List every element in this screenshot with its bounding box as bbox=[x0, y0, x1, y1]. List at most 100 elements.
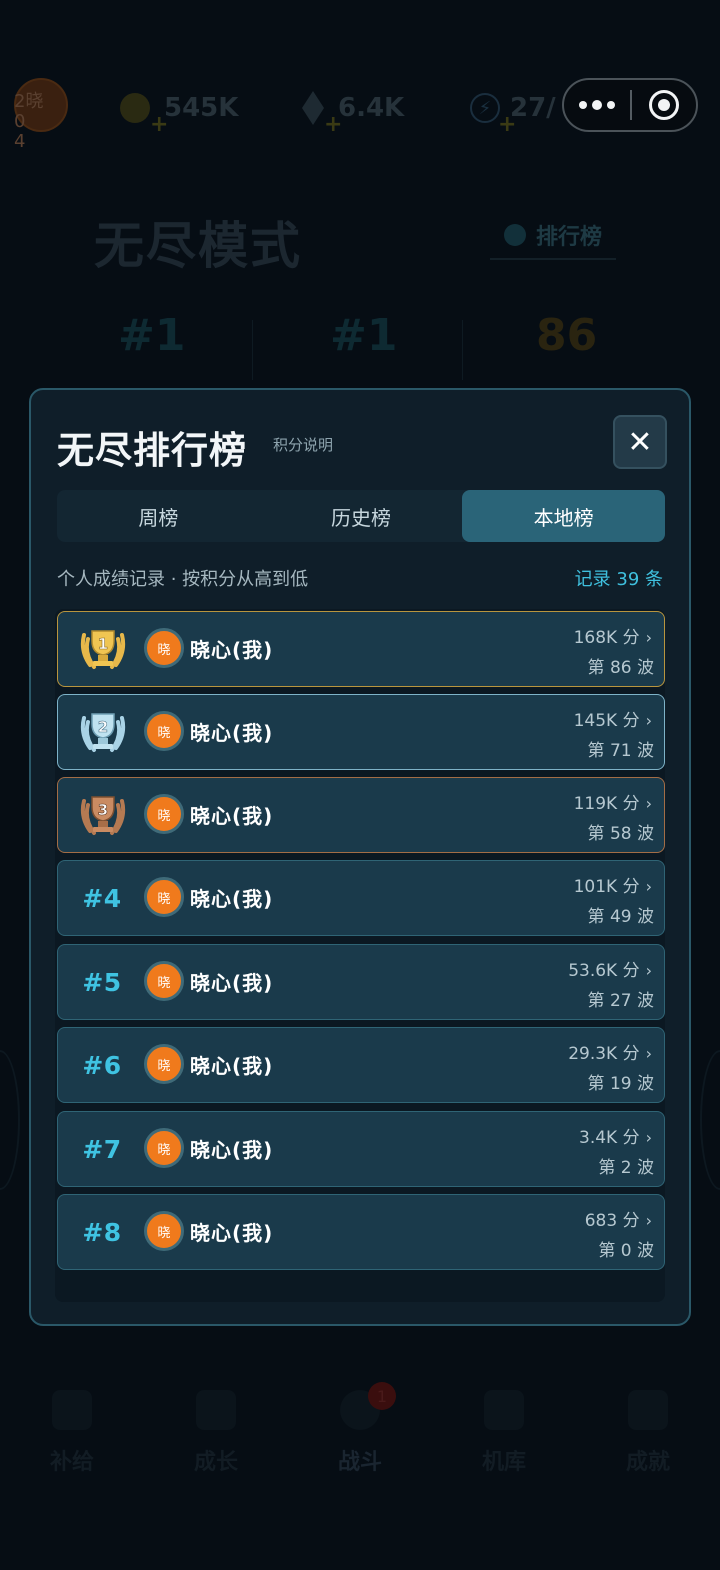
tab-weekly[interactable]: 周榜 bbox=[57, 490, 260, 542]
hangar-icon bbox=[484, 1390, 524, 1430]
rank-row[interactable]: #6 晓 晓心(我) 29.3K 分 › 第 19 波 bbox=[57, 1027, 665, 1103]
exit-miniprogram-button[interactable] bbox=[632, 80, 696, 130]
chevron-right-icon: › bbox=[645, 961, 652, 980]
list-description: 个人成绩记录 · 按积分从高到低 bbox=[57, 569, 309, 590]
nav-hangar-label: 机库 bbox=[481, 1450, 526, 1475]
player-name: 晓心(我) bbox=[190, 1054, 274, 1078]
coin-count: 545K bbox=[164, 93, 239, 123]
rank-row[interactable]: #5 晓 晓心(我) 53.6K 分 › 第 27 波 bbox=[57, 944, 665, 1020]
rank-row[interactable]: 2 晓 晓心(我) 145K 分 › 第 71 波 bbox=[57, 694, 665, 770]
add-gem-icon[interactable]: + bbox=[324, 112, 342, 137]
wave: 第 49 波 bbox=[587, 907, 654, 927]
stat-best-wave: 86 bbox=[536, 310, 598, 361]
avatar: 晓 bbox=[144, 1044, 184, 1084]
chevron-right-icon: › bbox=[645, 628, 652, 647]
score-value: 119K 分 bbox=[573, 794, 640, 814]
score-rules-link[interactable]: 积分说明 bbox=[273, 434, 333, 455]
score-value: 101K 分 bbox=[573, 877, 640, 897]
more-menu-icon[interactable] bbox=[564, 80, 630, 130]
close-button[interactable]: ✕ bbox=[613, 415, 667, 469]
energy-resource[interactable]: ⚡ + 27/ bbox=[470, 86, 556, 137]
energy-count: 27/ bbox=[510, 93, 556, 123]
rank-row[interactable]: 3 晓 晓心(我) 119K 分 › 第 58 波 bbox=[57, 777, 665, 853]
score: 101K 分 › bbox=[574, 872, 652, 897]
avatar: 晓 bbox=[144, 711, 184, 751]
add-energy-icon[interactable]: + bbox=[498, 112, 516, 137]
tab-history[interactable]: 历史榜 bbox=[260, 490, 463, 542]
avatar: 晓 bbox=[144, 1128, 184, 1168]
score: 683 分 › bbox=[585, 1206, 652, 1231]
trophy-icon bbox=[503, 224, 526, 246]
rank-row[interactable]: #7 晓 晓心(我) 3.4K 分 › 第 2 波 bbox=[57, 1111, 665, 1187]
rank-row[interactable]: 1 晓 晓心(我) 168K 分 › 第 86 波 bbox=[57, 611, 665, 687]
miniprogram-capsule bbox=[562, 78, 698, 132]
chevron-right-icon: › bbox=[645, 877, 652, 896]
silver-medal-icon: 2 bbox=[80, 713, 126, 752]
record-count: 记录 39 条 bbox=[574, 569, 663, 590]
avatar: 晓 bbox=[144, 1211, 184, 1251]
rank-number: #4 bbox=[82, 883, 122, 913]
score-value: 168K 分 bbox=[573, 628, 640, 648]
score-value: 683 分 bbox=[584, 1211, 640, 1231]
battle-badge: 1 bbox=[368, 1382, 396, 1410]
score-value: 29.3K 分 bbox=[568, 1044, 640, 1064]
wave: 第 58 波 bbox=[587, 824, 654, 844]
player-name: 晓心(我) bbox=[190, 804, 274, 828]
rank-list[interactable]: 1 晓 晓心(我) 168K 分 › 第 86 波 2 晓 晓心(我) 145K … bbox=[55, 609, 665, 1302]
nav-supply[interactable]: 补给 bbox=[22, 1390, 122, 1476]
rank-row[interactable]: #8 晓 晓心(我) 683 分 › 第 0 波 bbox=[57, 1194, 665, 1270]
score: 119K 分 › bbox=[574, 789, 652, 814]
score-value: 53.6K 分 bbox=[568, 961, 640, 981]
wave: 第 71 波 bbox=[587, 741, 654, 761]
score-value: 3.4K 分 bbox=[579, 1128, 640, 1148]
player-name: 晓心(我) bbox=[190, 638, 274, 662]
player-level-text: 2晓 0 4 bbox=[14, 91, 44, 152]
energy-icon: ⚡ bbox=[470, 93, 500, 123]
add-coin-icon[interactable]: + bbox=[150, 112, 168, 137]
stat-divider bbox=[462, 320, 463, 380]
chevron-right-icon: › bbox=[645, 1044, 652, 1063]
nav-achievements[interactable]: 成就 bbox=[598, 1390, 698, 1476]
wave: 第 27 波 bbox=[587, 991, 654, 1011]
gem-resource[interactable]: + 6.4K bbox=[302, 86, 404, 137]
decor-arc-left bbox=[0, 1050, 20, 1190]
avatar: 晓 bbox=[144, 961, 184, 1001]
nav-growth[interactable]: 成长 bbox=[166, 1390, 266, 1476]
player-name: 晓心(我) bbox=[190, 971, 274, 995]
score: 168K 分 › bbox=[574, 623, 652, 648]
coin-icon bbox=[120, 93, 150, 123]
player-name: 晓心(我) bbox=[190, 1221, 274, 1245]
bronze-medal-icon: 3 bbox=[80, 796, 126, 835]
stat-history-rank: #1 bbox=[330, 310, 398, 361]
score: 145K 分 › bbox=[574, 706, 652, 731]
avatar: 晓 bbox=[144, 628, 184, 668]
supply-icon bbox=[52, 1390, 92, 1430]
nav-battle[interactable]: 战斗 bbox=[310, 1390, 410, 1476]
score: 29.3K 分 › bbox=[568, 1039, 652, 1064]
close-icon: ✕ bbox=[627, 424, 653, 460]
chevron-right-icon: › bbox=[645, 1128, 652, 1147]
coin-resource[interactable]: + 545K bbox=[120, 86, 239, 137]
tab-local[interactable]: 本地榜 bbox=[462, 490, 666, 542]
stat-weekly-rank: #1 bbox=[118, 310, 186, 361]
nav-hangar[interactable]: 机库 bbox=[454, 1390, 554, 1476]
growth-icon bbox=[196, 1390, 236, 1430]
stat-divider bbox=[252, 320, 253, 380]
avatar: 晓 bbox=[144, 794, 184, 834]
svg-text:2: 2 bbox=[98, 718, 108, 736]
rank-number: #5 bbox=[82, 967, 122, 997]
rank-row[interactable]: #4 晓 晓心(我) 101K 分 › 第 49 波 bbox=[57, 860, 665, 936]
wave: 第 0 波 bbox=[598, 1241, 654, 1261]
player-name: 晓心(我) bbox=[190, 1138, 274, 1162]
gem-icon bbox=[302, 91, 324, 125]
rank-number: #8 bbox=[82, 1217, 122, 1247]
mode-title: 无尽模式 bbox=[94, 217, 302, 275]
target-icon bbox=[649, 90, 679, 120]
avatar: 晓 bbox=[144, 877, 184, 917]
player-name: 晓心(我) bbox=[190, 721, 274, 745]
leaderboard-tab[interactable]: 排行榜 bbox=[490, 212, 616, 260]
chevron-right-icon: › bbox=[645, 711, 652, 730]
nav-supply-label: 补给 bbox=[49, 1450, 94, 1475]
gold-medal-icon: 1 bbox=[80, 630, 126, 669]
nav-growth-label: 成长 bbox=[193, 1450, 238, 1475]
